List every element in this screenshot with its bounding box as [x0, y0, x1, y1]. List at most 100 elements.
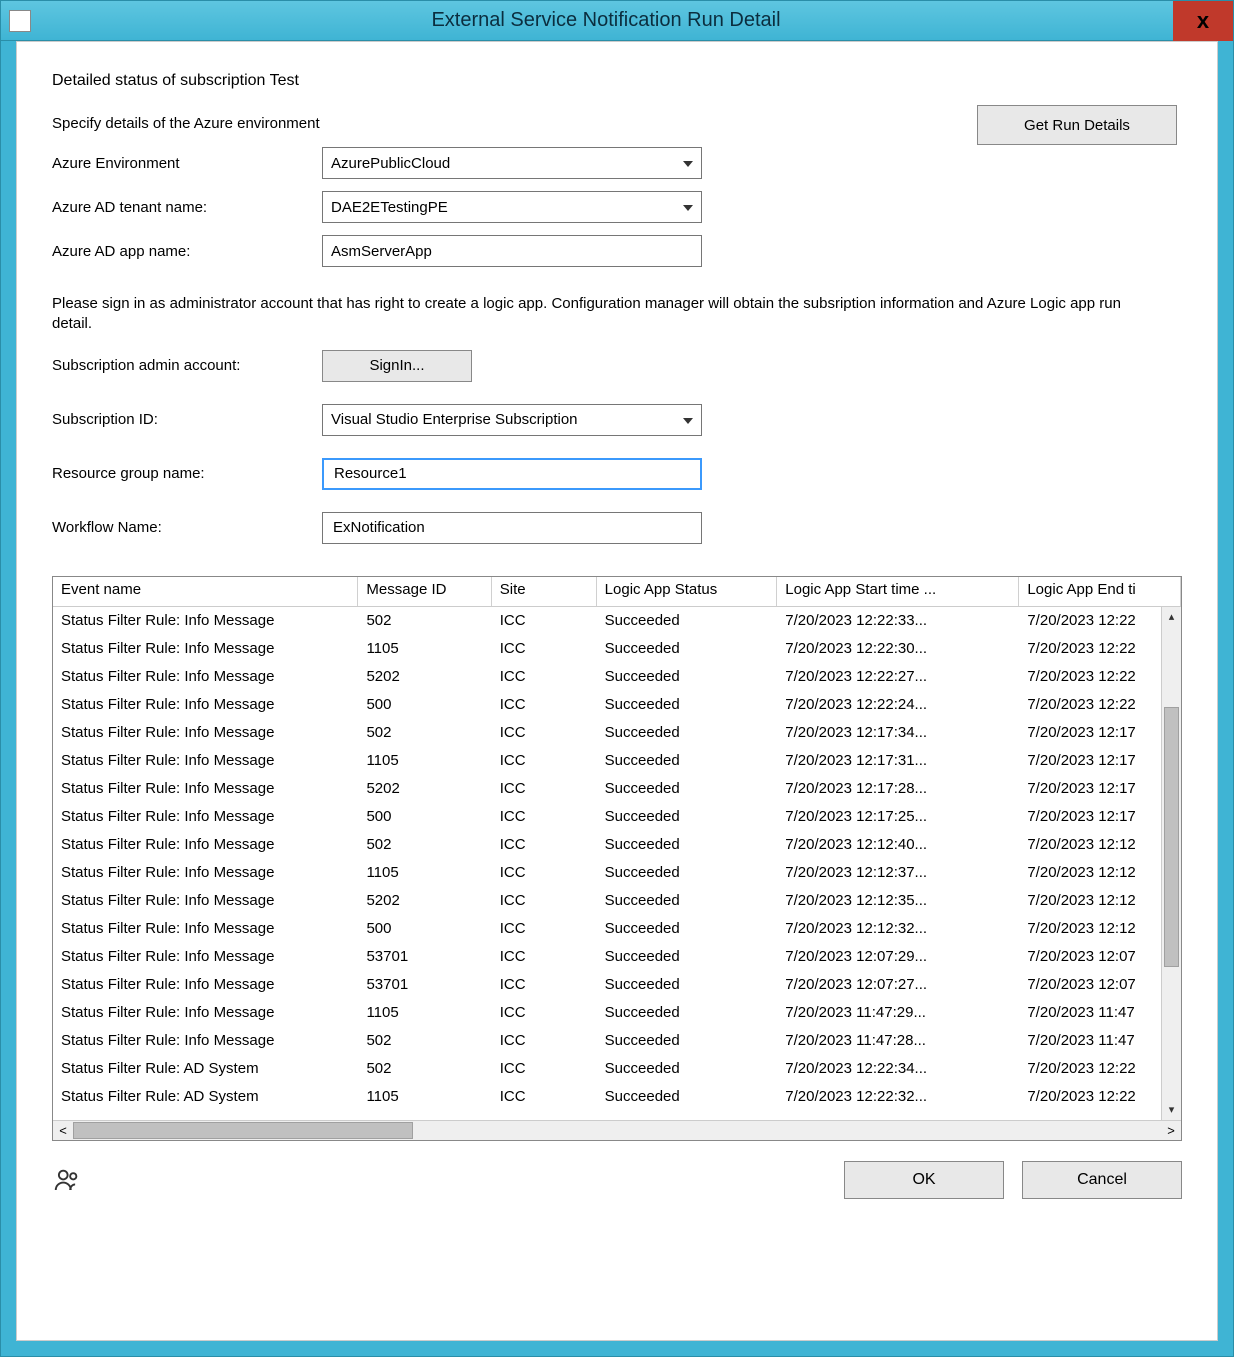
cell-message-id: 53701: [358, 974, 491, 995]
col-message-id[interactable]: Message ID: [358, 577, 491, 606]
cell-site: ICC: [492, 806, 597, 827]
cell-logic-app-start: 7/20/2023 12:12:32...: [777, 918, 1019, 939]
cell-site: ICC: [492, 694, 597, 715]
cell-event-name: Status Filter Rule: Info Message: [53, 694, 358, 715]
cell-logic-app-status: Succeeded: [597, 974, 778, 995]
tenant-name-select[interactable]: DAE2ETestingPE: [322, 191, 702, 223]
cell-event-name: Status Filter Rule: Info Message: [53, 750, 358, 771]
table-row[interactable]: Status Filter Rule: Info Message502ICCSu…: [53, 1027, 1181, 1055]
workflow-name-field[interactable]: [322, 512, 702, 544]
col-site[interactable]: Site: [492, 577, 597, 606]
subscription-id-label: Subscription ID:: [52, 411, 322, 428]
horizontal-scrollbar[interactable]: < >: [53, 1120, 1181, 1140]
ok-button[interactable]: OK: [844, 1161, 1004, 1199]
azure-environment-select[interactable]: AzurePublicCloud: [322, 147, 702, 179]
cell-logic-app-start: 7/20/2023 11:47:29...: [777, 1002, 1019, 1023]
scroll-left-icon[interactable]: <: [53, 1120, 73, 1140]
scroll-thumb[interactable]: [1164, 707, 1179, 967]
cancel-button[interactable]: Cancel: [1022, 1161, 1182, 1199]
table-body: Status Filter Rule: Info Message502ICCSu…: [53, 607, 1181, 1120]
cell-logic-app-start: 7/20/2023 12:22:33...: [777, 610, 1019, 631]
cell-logic-app-status: Succeeded: [597, 750, 778, 771]
cell-event-name: Status Filter Rule: Info Message: [53, 666, 358, 687]
scroll-up-icon[interactable]: ▴: [1162, 607, 1181, 627]
cell-logic-app-status: Succeeded: [597, 1030, 778, 1051]
cell-logic-app-end: 7/20/2023 12:12: [1019, 918, 1181, 939]
cell-logic-app-end: 7/20/2023 12:22: [1019, 1058, 1181, 1079]
window-close-button[interactable]: x: [1173, 1, 1233, 41]
resource-group-value[interactable]: [332, 464, 692, 483]
cell-logic-app-end: 7/20/2023 12:22: [1019, 638, 1181, 659]
table-row[interactable]: Status Filter Rule: Info Message502ICCSu…: [53, 607, 1181, 635]
table-row[interactable]: Status Filter Rule: Info Message1105ICCS…: [53, 999, 1181, 1027]
table-row[interactable]: Status Filter Rule: Info Message53701ICC…: [53, 971, 1181, 999]
azure-environment-label: Azure Environment: [52, 155, 322, 172]
cell-message-id: 5202: [358, 890, 491, 911]
resource-group-label: Resource group name:: [52, 465, 322, 482]
cell-logic-app-status: Succeeded: [597, 946, 778, 967]
cell-event-name: Status Filter Rule: Info Message: [53, 1002, 358, 1023]
table-row[interactable]: Status Filter Rule: Info Message500ICCSu…: [53, 803, 1181, 831]
titlebar[interactable]: External Service Notification Run Detail…: [1, 1, 1233, 41]
cell-message-id: 502: [358, 610, 491, 631]
table-header: Event name Message ID Site Logic App Sta…: [53, 577, 1181, 607]
cell-logic-app-start: 7/20/2023 12:22:34...: [777, 1058, 1019, 1079]
cell-logic-app-status: Succeeded: [597, 890, 778, 911]
cell-event-name: Status Filter Rule: AD System: [53, 1086, 358, 1107]
scroll-right-icon[interactable]: >: [1161, 1120, 1181, 1140]
cell-message-id: 1105: [358, 862, 491, 883]
cell-message-id: 500: [358, 806, 491, 827]
cell-logic-app-start: 7/20/2023 12:17:31...: [777, 750, 1019, 771]
workflow-name-value[interactable]: [331, 518, 693, 537]
table-row[interactable]: Status Filter Rule: Info Message1105ICCS…: [53, 635, 1181, 663]
cell-message-id: 502: [358, 722, 491, 743]
cell-logic-app-start: 7/20/2023 12:12:40...: [777, 834, 1019, 855]
cell-logic-app-start: 7/20/2023 11:47:28...: [777, 1030, 1019, 1051]
table-row[interactable]: Status Filter Rule: Info Message1105ICCS…: [53, 747, 1181, 775]
col-logic-app-start[interactable]: Logic App Start time ...: [777, 577, 1019, 606]
cell-logic-app-start: 7/20/2023 12:12:35...: [777, 890, 1019, 911]
cell-logic-app-end: 7/20/2023 11:47: [1019, 1030, 1181, 1051]
cell-site: ICC: [492, 834, 597, 855]
scroll-down-icon[interactable]: ▾: [1162, 1100, 1181, 1120]
subscription-id-select[interactable]: Visual Studio Enterprise Subscription: [322, 404, 702, 436]
table-row[interactable]: Status Filter Rule: Info Message502ICCSu…: [53, 831, 1181, 859]
cell-event-name: Status Filter Rule: Info Message: [53, 778, 358, 799]
cell-logic-app-end: 7/20/2023 12:22: [1019, 694, 1181, 715]
hscroll-track[interactable]: [73, 1121, 1161, 1140]
resource-group-input[interactable]: [322, 458, 702, 490]
hscroll-thumb[interactable]: [73, 1122, 413, 1139]
get-run-details-button[interactable]: Get Run Details: [977, 105, 1177, 145]
table-row[interactable]: Status Filter Rule: Info Message1105ICCS…: [53, 859, 1181, 887]
col-logic-app-end[interactable]: Logic App End ti: [1019, 577, 1181, 606]
table-row[interactable]: Status Filter Rule: Info Message5202ICCS…: [53, 775, 1181, 803]
cell-message-id: 1105: [358, 1002, 491, 1023]
table-row[interactable]: Status Filter Rule: AD System502ICCSucce…: [53, 1055, 1181, 1083]
table-row[interactable]: Status Filter Rule: Info Message5202ICCS…: [53, 663, 1181, 691]
table-row[interactable]: Status Filter Rule: AD System1105ICCSucc…: [53, 1083, 1181, 1111]
cell-site: ICC: [492, 722, 597, 743]
table-row[interactable]: Status Filter Rule: Info Message5202ICCS…: [53, 887, 1181, 915]
table-row[interactable]: Status Filter Rule: Info Message502ICCSu…: [53, 719, 1181, 747]
table-row[interactable]: Status Filter Rule: Info Message53701ICC…: [53, 943, 1181, 971]
table-row[interactable]: Status Filter Rule: Info Message500ICCSu…: [53, 915, 1181, 943]
table-row[interactable]: Status Filter Rule: Info Message500ICCSu…: [53, 691, 1181, 719]
cell-logic-app-end: 7/20/2023 12:07: [1019, 974, 1181, 995]
col-event-name[interactable]: Event name: [53, 577, 358, 606]
cell-logic-app-end: 7/20/2023 12:22: [1019, 666, 1181, 687]
cell-logic-app-end: 7/20/2023 12:12: [1019, 862, 1181, 883]
col-logic-app-status[interactable]: Logic App Status: [597, 577, 778, 606]
cell-logic-app-start: 7/20/2023 12:17:34...: [777, 722, 1019, 743]
cell-logic-app-end: 7/20/2023 12:22: [1019, 610, 1181, 631]
run-detail-table: Event name Message ID Site Logic App Sta…: [52, 576, 1182, 1141]
cell-message-id: 5202: [358, 666, 491, 687]
dialog-window: External Service Notification Run Detail…: [0, 0, 1234, 1357]
cell-message-id: 1105: [358, 1086, 491, 1107]
cell-site: ICC: [492, 750, 597, 771]
vertical-scrollbar[interactable]: ▴ ▾: [1161, 607, 1181, 1120]
cell-message-id: 500: [358, 694, 491, 715]
cell-site: ICC: [492, 946, 597, 967]
app-name-field: AsmServerApp: [322, 235, 702, 267]
cell-message-id: 500: [358, 918, 491, 939]
signin-button[interactable]: SignIn...: [322, 350, 472, 382]
